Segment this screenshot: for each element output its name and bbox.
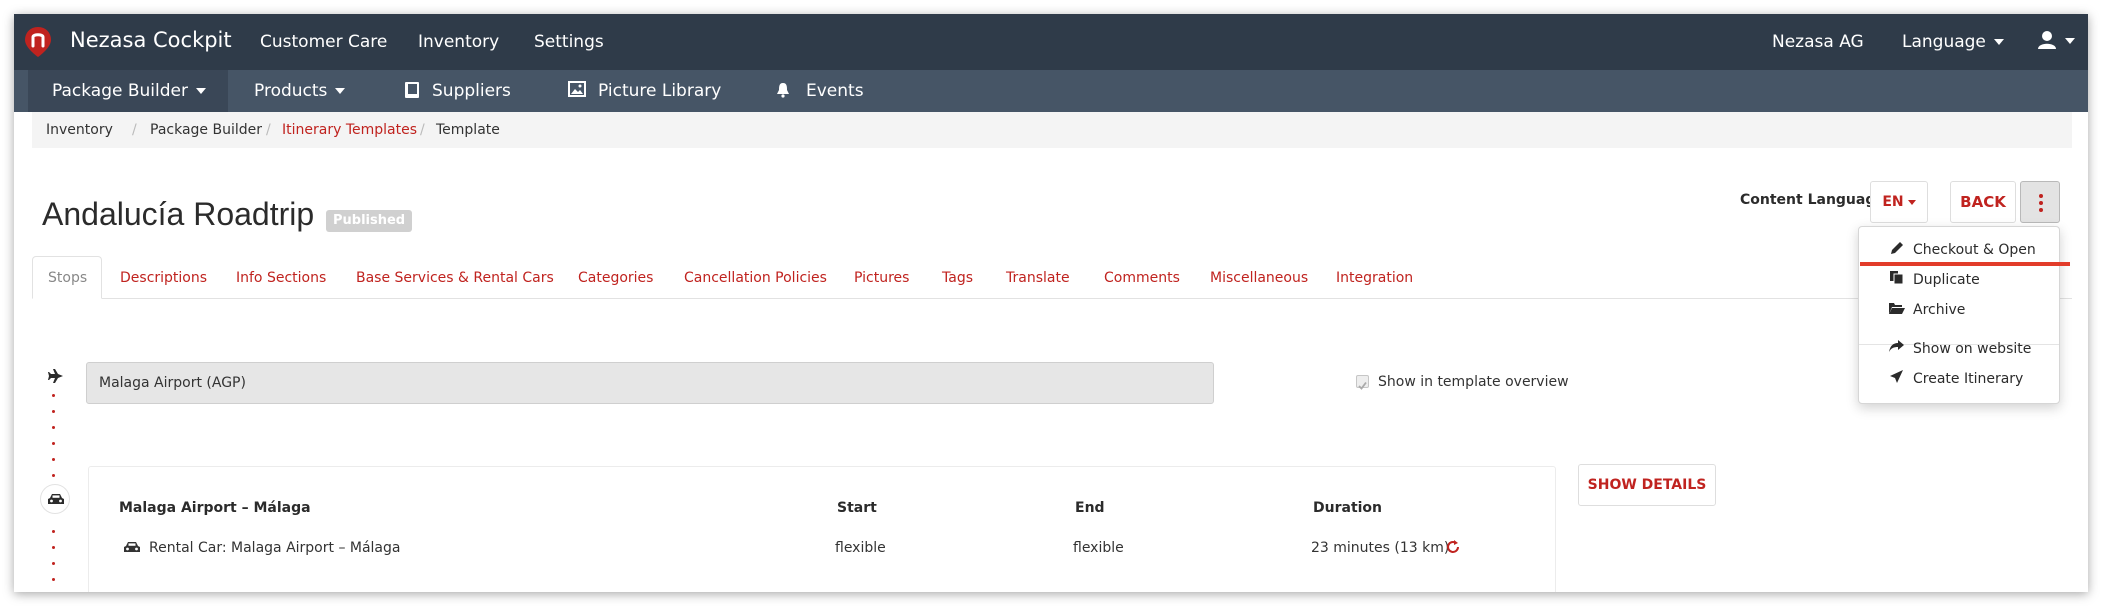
user-icon — [2038, 31, 2056, 49]
plane-icon — [48, 369, 63, 383]
stop-location-field[interactable]: Malaga Airport (AGP) — [86, 362, 1214, 404]
app-window: Nezasa Cockpit Customer Care Inventory S… — [14, 14, 2088, 592]
brand-name[interactable]: Nezasa Cockpit — [70, 28, 232, 52]
chevron-down-icon — [2065, 38, 2076, 44]
chevron-down-icon — [335, 88, 346, 94]
nav-suppliers[interactable]: Suppliers — [432, 81, 511, 101]
user-menu[interactable] — [2038, 30, 2076, 54]
language-label: Language — [1902, 32, 1986, 52]
column-start: Start — [837, 500, 877, 516]
route-title: Malaga Airport – Málaga — [119, 500, 311, 516]
tab-cancellation-policies[interactable]: Cancellation Policies — [684, 270, 827, 286]
menu-show-on-website[interactable]: Show on website — [1913, 341, 2031, 357]
secondary-navbar: Package Builder Products Suppliers Pictu… — [14, 70, 2088, 112]
menu-create-itinerary[interactable]: Create Itinerary — [1913, 371, 2023, 387]
breadcrumb-itinerary-templates[interactable]: Itinerary Templates — [282, 122, 417, 138]
breadcrumb-separator: / — [266, 122, 271, 138]
car-stop-marker — [40, 484, 70, 514]
more-actions-button[interactable] — [2020, 181, 2060, 223]
highlight-underline — [1860, 262, 2070, 266]
refresh-icon[interactable] — [1445, 539, 1461, 555]
company-name[interactable]: Nezasa AG — [1772, 32, 1864, 52]
tab-stops[interactable]: Stops — [48, 270, 87, 286]
column-end: End — [1075, 500, 1105, 516]
chevron-down-icon — [1907, 199, 1916, 205]
top-navbar: Nezasa Cockpit Customer Care Inventory S… — [14, 14, 2088, 70]
show-details-button[interactable]: SHOW DETAILS — [1578, 464, 1716, 506]
nav-settings[interactable]: Settings — [534, 32, 604, 52]
show-in-overview-checkbox[interactable] — [1356, 375, 1369, 390]
tab-comments[interactable]: Comments — [1104, 270, 1180, 286]
back-button[interactable]: BACK — [1950, 181, 2016, 223]
show-in-overview-label: Show in template overview — [1378, 374, 1569, 390]
content-language-value: EN — [1882, 194, 1904, 210]
nav-customer-care[interactable]: Customer Care — [260, 32, 387, 52]
route-card: Malaga Airport – Málaga Start End Durati… — [88, 466, 1556, 592]
tab-integration[interactable]: Integration — [1336, 270, 1413, 286]
bell-icon — [777, 83, 789, 98]
nav-picture-library[interactable]: Picture Library — [598, 81, 721, 101]
send-icon — [1890, 370, 1903, 383]
kebab-dot — [2039, 208, 2043, 212]
language-dropdown[interactable]: Language — [1902, 32, 2004, 52]
nav-package-builder-label: Package Builder — [52, 81, 188, 101]
menu-duplicate[interactable]: Duplicate — [1913, 272, 1980, 288]
tab-info-sections[interactable]: Info Sections — [236, 270, 326, 286]
nav-events[interactable]: Events — [806, 81, 864, 101]
folder-open-icon — [1889, 303, 1905, 314]
kebab-dot — [2039, 201, 2043, 205]
checkmark-icon — [1358, 381, 1367, 390]
status-badge: Published — [326, 210, 413, 232]
car-icon — [48, 494, 64, 504]
breadcrumb-package-builder[interactable]: Package Builder — [150, 122, 262, 138]
car-icon — [124, 542, 140, 552]
book-icon — [405, 82, 419, 98]
content-language-label: Content Language — [1740, 192, 1885, 208]
chevron-down-icon — [1993, 39, 2004, 45]
chevron-down-icon — [196, 88, 206, 94]
route-end-value: flexible — [1073, 540, 1124, 556]
breadcrumb: Inventory / Package Builder / Itinerary … — [32, 112, 2072, 148]
kebab-dot — [2039, 194, 2043, 198]
tab-base-services[interactable]: Base Services & Rental Cars — [356, 270, 554, 286]
menu-checkout-open[interactable]: Checkout & Open — [1913, 242, 2036, 258]
nezasa-logo-icon[interactable] — [24, 26, 52, 58]
pencil-icon — [1891, 242, 1903, 254]
picture-icon — [568, 81, 586, 97]
route-duration-value: 23 minutes (13 km) — [1311, 540, 1450, 556]
breadcrumb-inventory[interactable]: Inventory — [46, 122, 113, 138]
duplicate-icon — [1890, 271, 1904, 285]
actions-dropdown-menu: Checkout & Open Duplicate Archive Show o… — [1858, 226, 2060, 404]
tabs-divider — [32, 298, 2072, 299]
breadcrumb-separator: / — [132, 122, 137, 138]
share-arrow-icon — [1889, 340, 1904, 352]
tab-descriptions[interactable]: Descriptions — [120, 270, 207, 286]
route-start-value: flexible — [835, 540, 886, 556]
nav-inventory[interactable]: Inventory — [418, 32, 499, 52]
breadcrumb-template: Template — [436, 122, 500, 138]
content-language-select[interactable]: EN — [1870, 181, 1928, 223]
tab-pictures[interactable]: Pictures — [854, 270, 909, 286]
menu-archive[interactable]: Archive — [1913, 302, 1965, 318]
page-title: Andalucía Roadtrip — [42, 196, 315, 232]
nav-package-builder[interactable]: Package Builder — [52, 81, 206, 101]
breadcrumb-separator: / — [420, 122, 425, 138]
tab-tags[interactable]: Tags — [942, 270, 973, 286]
nav-products-label: Products — [254, 81, 328, 101]
tab-translate[interactable]: Translate — [1006, 270, 1070, 286]
column-duration: Duration — [1313, 500, 1383, 516]
tab-miscellaneous[interactable]: Miscellaneous — [1210, 270, 1308, 286]
rental-car-service[interactable]: Rental Car: Malaga Airport – Málaga — [149, 540, 400, 556]
nav-products[interactable]: Products — [254, 81, 346, 101]
tab-categories[interactable]: Categories — [578, 270, 653, 286]
